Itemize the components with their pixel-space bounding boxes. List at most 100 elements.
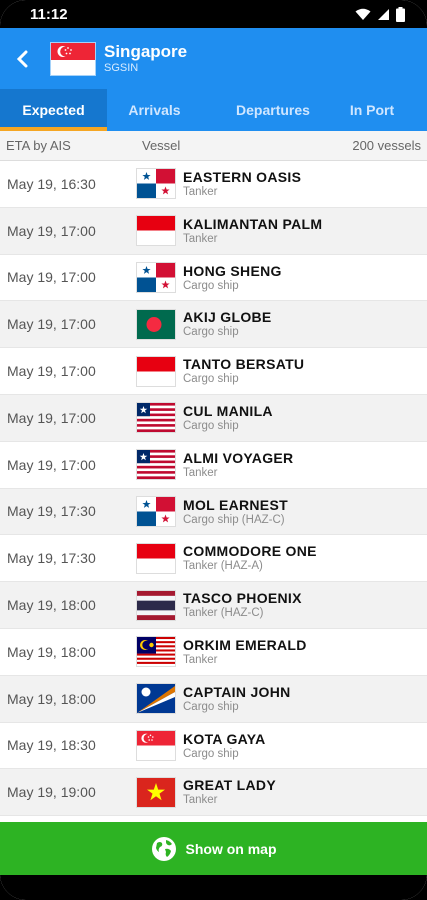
vessel-row[interactable]: May 19, 17:30 COMMODORE ONE Tanker (HAZ-A) xyxy=(0,535,427,583)
vessel-type: Cargo ship xyxy=(183,747,239,760)
singapore-flag-icon xyxy=(50,41,96,76)
globe-icon xyxy=(151,836,176,861)
panama-flag-icon xyxy=(137,262,175,292)
vessel-count: 200 vessels xyxy=(352,138,421,153)
tab-expected[interactable]: Expected xyxy=(0,89,107,131)
column-eta[interactable]: ETA by AIS xyxy=(6,138,71,153)
vessel-row[interactable]: May 19, 17:00 AKIJ GLOBE Cargo ship xyxy=(0,301,427,349)
vessel-type: Tanker xyxy=(183,653,218,666)
vessel-type: Cargo ship xyxy=(183,700,239,713)
vessel-type: Cargo ship xyxy=(183,326,239,339)
vessel-eta: May 19, 17:00 xyxy=(7,456,96,473)
column-header: ETA by AIS Vessel 200 vessels xyxy=(0,131,427,161)
vessel-eta: May 19, 17:30 xyxy=(7,550,96,567)
vessel-info: ORKIM EMERALD Tanker xyxy=(183,637,307,667)
vessel-name: TANTO BERSATU xyxy=(183,356,305,373)
vessel-type: Tanker (HAZ-C) xyxy=(183,607,264,620)
show-on-map-label: Show on map xyxy=(185,840,277,857)
vessel-name: ALMI VOYAGER xyxy=(183,449,294,466)
vessel-eta: May 19, 18:30 xyxy=(7,737,96,754)
vessel-info: CAPTAIN JOHN Cargo ship xyxy=(183,684,291,714)
vessel-eta: May 19, 17:00 xyxy=(7,222,96,239)
vessel-info: GREAT LADY Tanker xyxy=(183,777,276,807)
vessel-row[interactable]: May 19, 17:00 CUL MANILA Cargo ship xyxy=(0,394,427,442)
indonesia-flag-icon xyxy=(137,216,175,246)
vessel-eta: May 19, 16:30 xyxy=(7,175,96,192)
vessel-name: CUL MANILA xyxy=(183,402,273,419)
vessel-row[interactable]: May 19, 17:00 TANTO BERSATU Cargo ship xyxy=(0,348,427,395)
vessel-eta: May 19, 19:00 xyxy=(7,784,96,801)
vessel-name: COMMODORE ONE xyxy=(183,543,317,560)
signal-icon xyxy=(378,8,389,20)
vessel-type: Tanker xyxy=(183,794,218,807)
back-button[interactable] xyxy=(2,28,42,89)
liberia-flag-icon xyxy=(137,450,175,480)
vessel-row[interactable]: May 19, 17:30 MOL EARNEST Cargo ship (HAZ… xyxy=(0,488,427,536)
status-time: 11:12 xyxy=(30,5,68,23)
singapore-flag-icon xyxy=(137,730,175,760)
status-bar: 11:12 xyxy=(0,0,427,28)
vessel-type: Cargo ship xyxy=(183,419,239,432)
vessel-type: Cargo ship xyxy=(183,373,239,386)
vessel-eta: May 19, 18:00 xyxy=(7,690,96,707)
vietnam-flag-icon xyxy=(137,777,175,807)
vessel-eta: May 19, 17:30 xyxy=(7,503,96,520)
vessel-eta: May 19, 17:00 xyxy=(7,269,96,286)
vessel-type: Tanker xyxy=(183,186,218,198)
vessel-type: Tanker xyxy=(183,466,218,479)
vessel-list: May 19, 16:30 EASTERN OASIS Tanker May 19,… xyxy=(0,161,427,817)
page-title: Singapore xyxy=(104,41,188,61)
vessel-info: KOTA GAYA Cargo ship xyxy=(183,731,266,761)
vessel-row[interactable]: May 19, 17:00 ALMI VOYAGER Tanker xyxy=(0,441,427,489)
tab-in-port[interactable]: In Port xyxy=(344,89,400,131)
vessel-eta: May 19, 18:00 xyxy=(7,643,96,660)
vessel-eta: May 19, 17:00 xyxy=(7,409,96,426)
vessel-name: HONG SHENG xyxy=(183,262,282,279)
vessel-eta: May 19, 18:00 xyxy=(7,597,96,614)
port-code: SGSIN xyxy=(104,61,139,74)
vessel-name: ORKIM EMERALD xyxy=(183,636,307,653)
vessel-row[interactable]: May 19, 17:00 KALIMANTAN PALM Tanker xyxy=(0,207,427,255)
vessel-info: COMMODORE ONE Tanker (HAZ-A) xyxy=(183,543,317,573)
show-on-map-button[interactable]: Show on map xyxy=(0,822,427,875)
port-heading: Singapore SGSIN xyxy=(104,41,188,75)
vessel-info: MOL EARNEST Cargo ship (HAZ-C) xyxy=(183,497,288,527)
vessel-eta: May 19, 17:00 xyxy=(7,316,96,333)
tab-bar: Expected Arrivals Departures In Port xyxy=(0,89,427,131)
vessel-type: Tanker (HAZ-A) xyxy=(183,560,263,573)
tab-arrivals[interactable]: Arrivals xyxy=(107,89,202,131)
app-bar: Singapore SGSIN xyxy=(0,28,427,89)
vessel-row[interactable]: May 19, 19:00 GREAT LADY Tanker xyxy=(0,769,427,817)
vessel-row[interactable]: May 19, 18:00 TASCO PHOENIX Tanker (HAZ-C… xyxy=(0,582,427,629)
vessel-type: Cargo ship (HAZ-C) xyxy=(183,513,285,526)
vessel-row[interactable]: May 19, 18:30 KOTA GAYA Cargo ship xyxy=(0,722,427,770)
indonesia-flag-icon xyxy=(137,543,175,573)
vessel-name: TASCO PHOENIX xyxy=(183,590,302,607)
vessel-name: MOL EARNEST xyxy=(183,496,288,513)
vessel-info: KALIMANTAN PALM Tanker xyxy=(183,216,322,246)
vessel-type: Tanker xyxy=(183,232,218,245)
vessel-row[interactable]: May 19, 17:00 HONG SHENG Cargo ship xyxy=(0,254,427,302)
panama-flag-icon xyxy=(137,169,175,199)
vessel-eta: May 19, 17:00 xyxy=(7,363,96,380)
vessel-name: GREAT LADY xyxy=(183,777,276,794)
vessel-name: EASTERN OASIS xyxy=(183,169,302,185)
vessel-name: CAPTAIN JOHN xyxy=(183,683,291,700)
app-screen: 11:12 Singapore SGSIN Expected Arrivals … xyxy=(0,0,427,900)
vessel-info: TANTO BERSATU Cargo ship xyxy=(183,356,304,386)
status-icons xyxy=(355,6,405,22)
vessel-row[interactable]: May 19, 18:00 ORKIM EMERALD Tanker xyxy=(0,628,427,676)
back-arrow-icon xyxy=(16,50,28,67)
indonesia-flag-icon xyxy=(137,356,175,386)
tab-departures[interactable]: Departures xyxy=(202,89,344,131)
panama-flag-icon xyxy=(137,496,175,526)
vessel-info: ALMI VOYAGER Tanker xyxy=(183,450,293,480)
vessel-name: AKIJ GLOBE xyxy=(183,309,272,326)
marshall-islands-flag-icon xyxy=(137,684,175,714)
vessel-row[interactable]: May 19, 18:00 CAPTAIN JOHN Cargo ship xyxy=(0,675,427,723)
vessel-row[interactable]: May 19, 16:30 EASTERN OASIS Tanker xyxy=(0,161,427,208)
bangladesh-flag-icon xyxy=(137,309,175,339)
column-vessel[interactable]: Vessel xyxy=(142,138,180,153)
system-nav-bar xyxy=(0,875,427,900)
vessel-info: TASCO PHOENIX Tanker (HAZ-C) xyxy=(183,590,302,620)
